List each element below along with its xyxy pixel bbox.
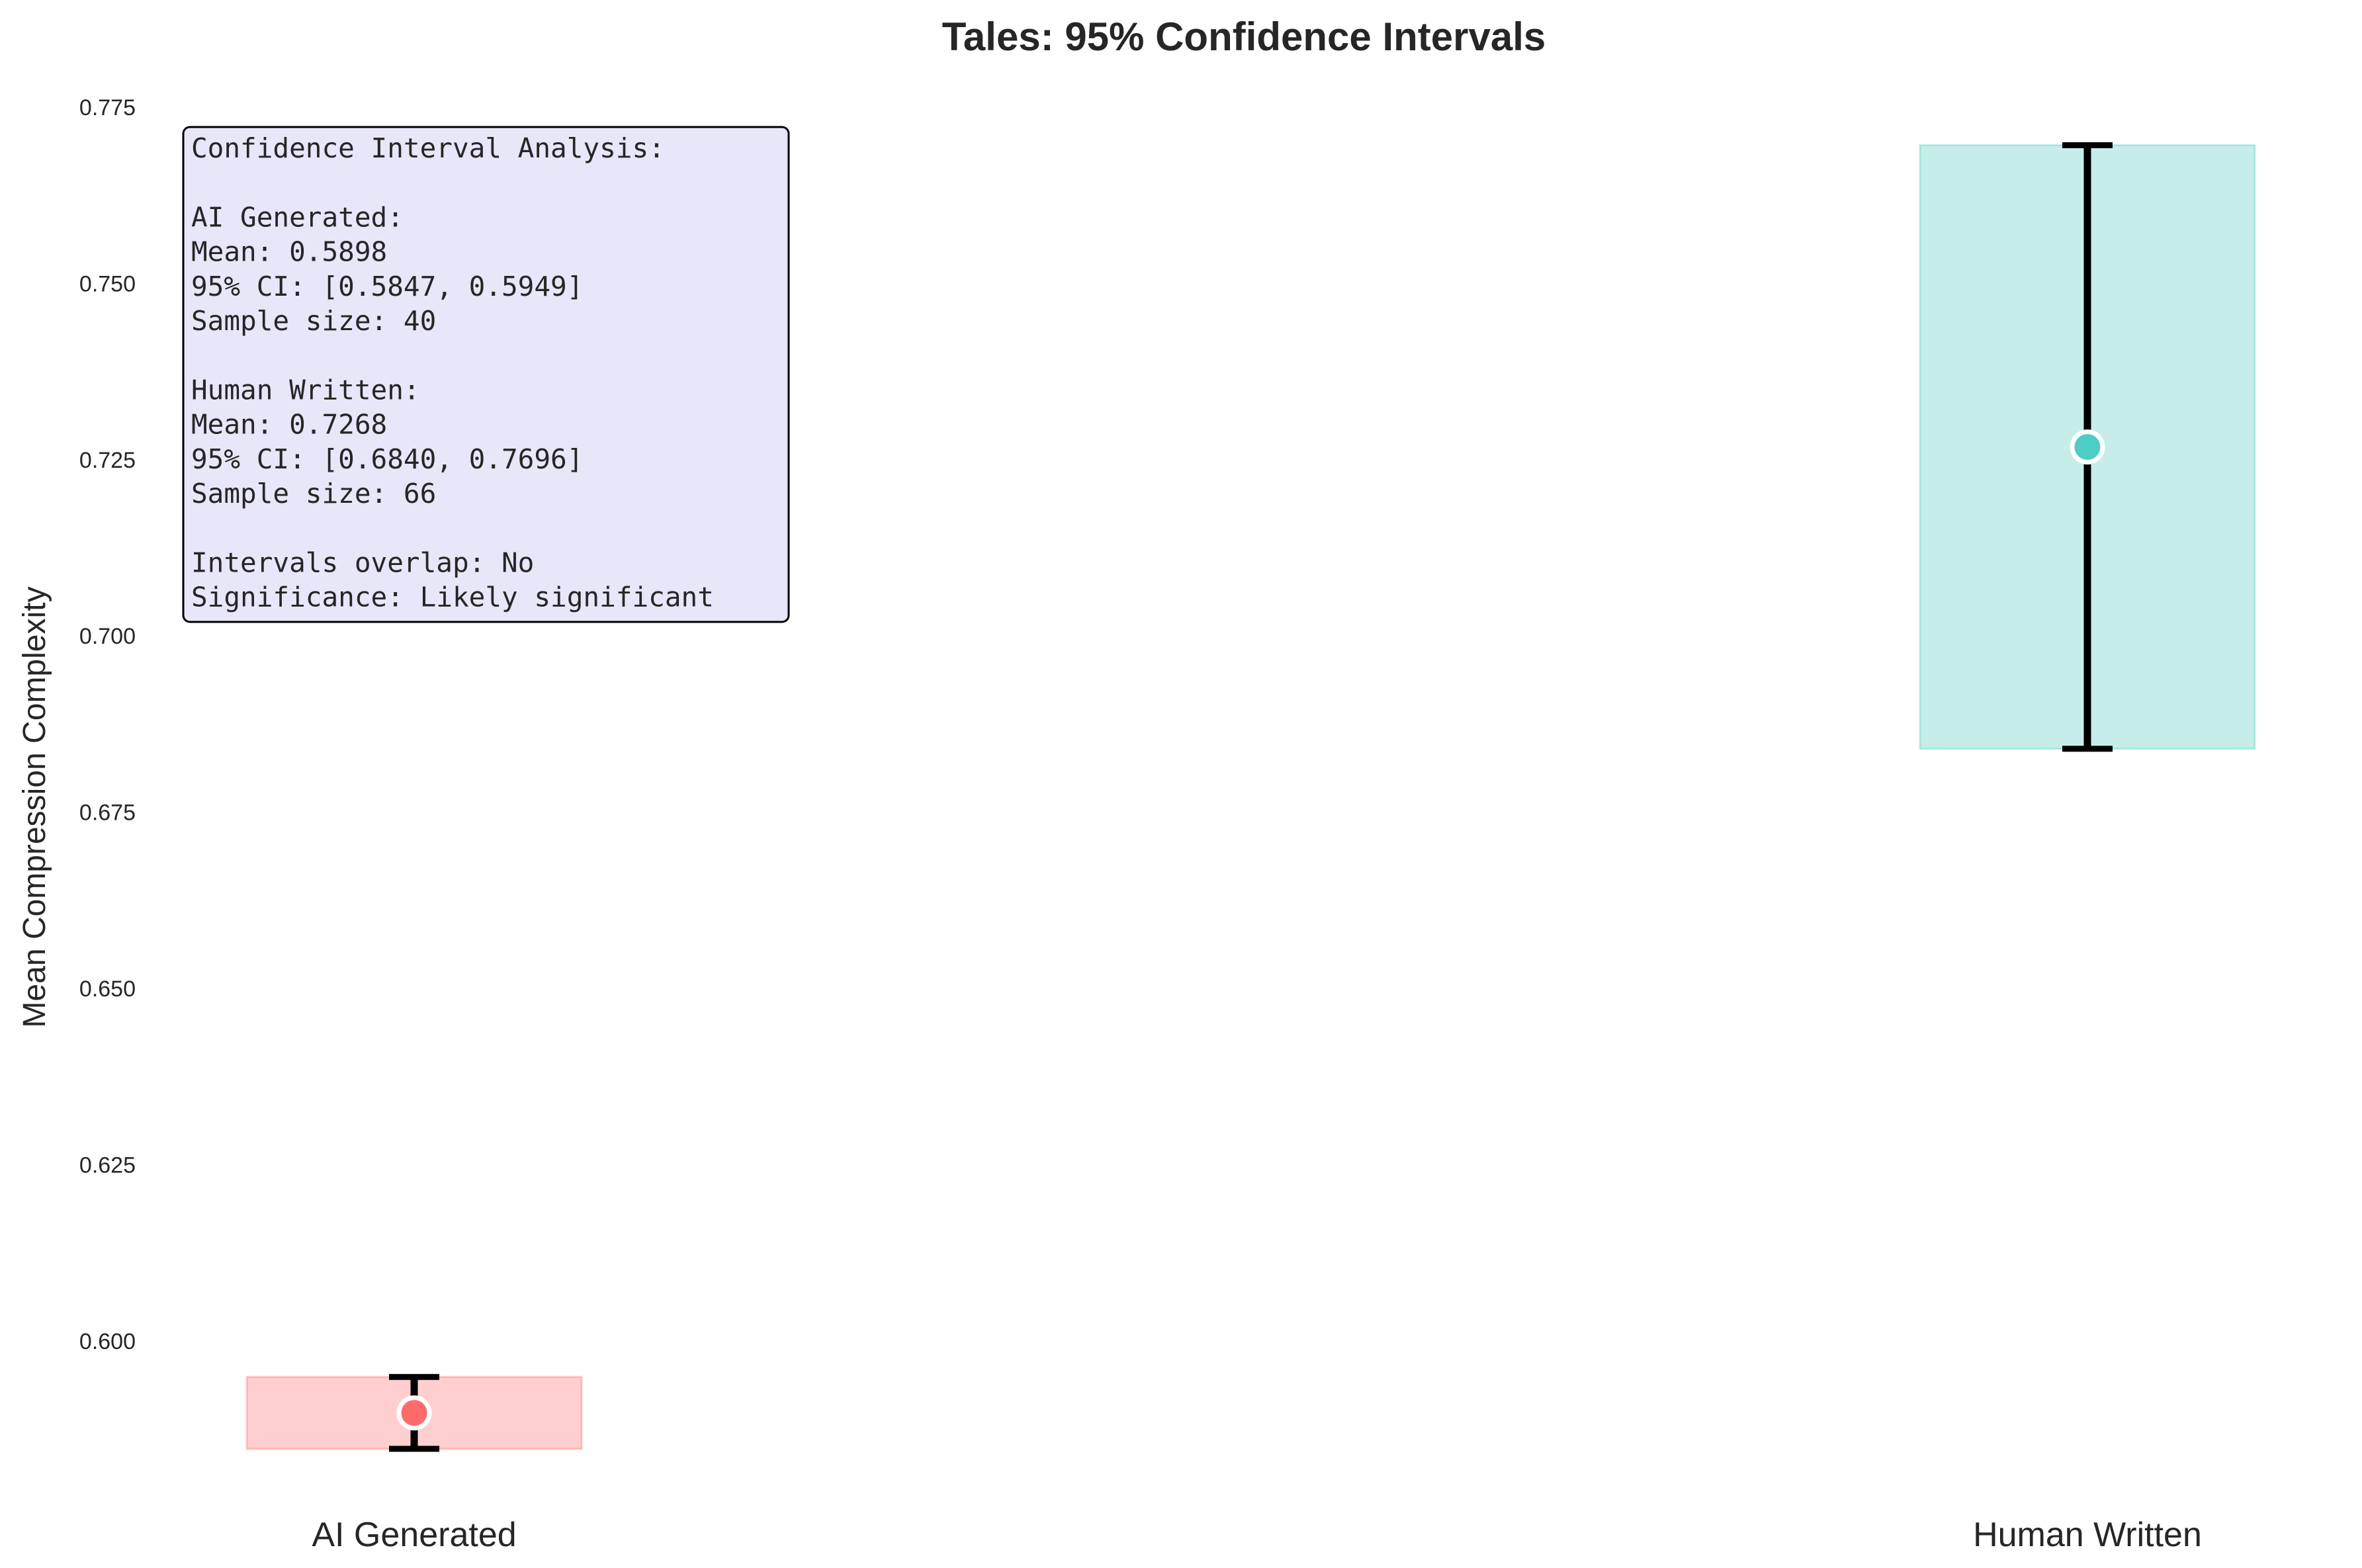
y-tick-label: 0.625 (79, 1153, 136, 1178)
ci-analysis-line: Significance: Likely significant (191, 582, 714, 613)
x-tick-label: AI Generated (312, 1516, 516, 1554)
chart-title: Tales: 95% Confidence Intervals (942, 15, 1546, 59)
ci-analysis-line: Sample size: 66 (191, 478, 436, 509)
ci-analysis-line: Confidence Interval Analysis: (191, 132, 665, 164)
y-tick-label: 0.775 (79, 95, 136, 120)
y-tick-label: 0.600 (79, 1329, 136, 1354)
y-axis-ticks: 0.600 0.625 0.650 0.675 0.700 0.725 0.750 0.775 (79, 95, 136, 1354)
y-tick-label: 0.700 (79, 624, 136, 649)
ci-analysis-line: Human Written: (191, 374, 420, 406)
ci-analysis-line: 95% CI: [0.6840, 0.7696] (191, 443, 583, 475)
y-tick-label: 0.675 (79, 801, 136, 826)
x-tick-label: Human Written (1973, 1516, 2202, 1554)
ci-analysis-line: Intervals overlap: No (191, 546, 534, 578)
mean-marker (396, 1395, 432, 1431)
ci-analysis-line: 95% CI: [0.5847, 0.5949] (191, 271, 583, 302)
y-tick-label: 0.725 (79, 448, 136, 473)
ci-analysis-line: Mean: 0.7268 (191, 409, 387, 441)
y-tick-label: 0.750 (79, 271, 136, 296)
mean-marker (2070, 429, 2105, 465)
ci-analysis-line: Mean: 0.5898 (191, 236, 387, 268)
ci-analysis-box: Confidence Interval Analysis: AI Generate… (182, 126, 790, 623)
ci-analysis-line: AI Generated: (191, 201, 404, 233)
x-axis-ticks: AI Generated Human Written (312, 1516, 2202, 1554)
y-tick-label: 0.650 (79, 977, 136, 1002)
ci-analysis-line: Sample size: 40 (191, 305, 436, 337)
confidence-interval-chart: Tales: 95% Confidence Intervals Mean Com… (17, 15, 2256, 1554)
y-axis-label: Mean Compression Complexity (17, 587, 52, 1028)
